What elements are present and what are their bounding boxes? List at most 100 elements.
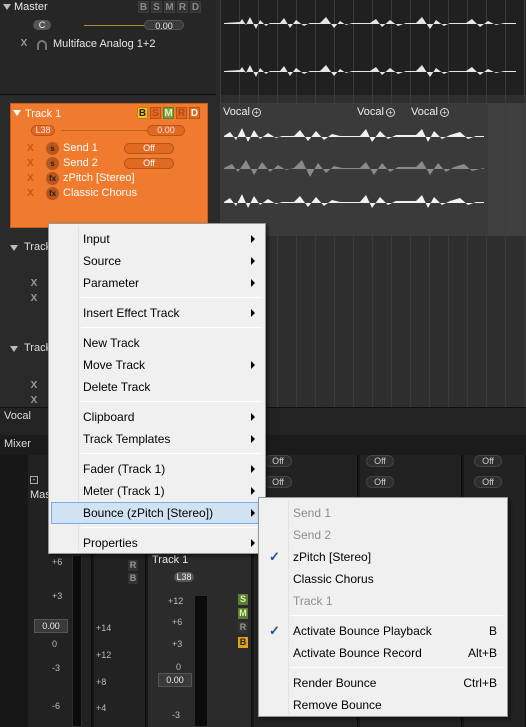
- collapse-triangle-icon[interactable]: [13, 110, 21, 116]
- menu-item-source[interactable]: Source: [51, 250, 263, 272]
- scale-tick: +6: [172, 617, 183, 627]
- master-output-name[interactable]: Multiface Analog 1+2: [53, 38, 155, 50]
- menu-item-delete-track[interactable]: Delete Track: [51, 376, 263, 398]
- solo-button[interactable]: S: [151, 1, 162, 13]
- send-toggle[interactable]: Off: [124, 143, 174, 154]
- send-row[interactable]: X s Send 1 Off: [17, 142, 201, 156]
- track-1-volume-value[interactable]: 0.00: [147, 125, 185, 136]
- clip-title[interactable]: Vocal +: [357, 106, 395, 118]
- bounce-item-classic-chorus[interactable]: Classic Chorus: [261, 568, 505, 590]
- record-button[interactable]: R: [128, 560, 138, 571]
- menu-item-insert-effect-track[interactable]: Insert Effect Track: [51, 302, 263, 324]
- effect-label[interactable]: zPitch [Stereo]: [63, 172, 135, 184]
- clip-title[interactable]: Vocal +: [411, 106, 449, 118]
- solo-button[interactable]: S: [150, 107, 161, 119]
- menu-item-fader[interactable]: Fader (Track 1): [51, 458, 263, 480]
- send-toggle[interactable]: Off: [474, 455, 502, 467]
- master-track-header[interactable]: Master B S M R D C 0.00 X Multiface Anal…: [0, 0, 216, 95]
- menu-item-label: Meter (Track 1): [83, 484, 165, 498]
- mute-button[interactable]: M: [163, 107, 174, 119]
- remove-button[interactable]: X: [28, 278, 40, 290]
- remove-button[interactable]: X: [28, 380, 40, 392]
- send-label[interactable]: Send 1: [63, 142, 98, 154]
- collapse-triangle-icon[interactable]: [10, 245, 18, 251]
- effect-label[interactable]: Classic Chorus: [63, 187, 137, 199]
- record-button[interactable]: R: [238, 622, 248, 633]
- clip-title[interactable]: Vocal +: [223, 106, 261, 118]
- submenu-arrow-icon: [251, 413, 255, 421]
- send-toggle[interactable]: Off: [124, 158, 174, 169]
- record-button[interactable]: R: [177, 1, 188, 13]
- collapse-icon[interactable]: -: [30, 476, 38, 484]
- mute-button[interactable]: M: [238, 608, 248, 619]
- bounce-button[interactable]: B: [137, 107, 148, 119]
- solo-button[interactable]: S: [238, 594, 248, 605]
- track-1-meter: [194, 595, 208, 727]
- master-volume-track: [84, 25, 144, 26]
- menu-item-bounce[interactable]: Bounce (zPitch [Stereo]): [51, 502, 263, 524]
- send-row[interactable]: X s Send 2 Off: [17, 157, 201, 171]
- record-button[interactable]: R: [176, 107, 187, 119]
- master-volume-value[interactable]: 0.00: [144, 20, 184, 31]
- menu-separator: [81, 327, 261, 328]
- menu-item-properties[interactable]: Properties: [51, 532, 263, 554]
- remove-button[interactable]: X: [28, 293, 40, 305]
- scale-tick: +4: [96, 703, 107, 713]
- remove-button[interactable]: X: [27, 158, 34, 169]
- submenu-arrow-icon: [251, 257, 255, 265]
- remove-button[interactable]: X: [27, 143, 34, 154]
- bounce-button[interactable]: B: [138, 1, 149, 13]
- bounce-item-remove[interactable]: Remove Bounce: [261, 694, 505, 716]
- master-pan-knob[interactable]: C: [33, 20, 51, 30]
- submenu-arrow-icon: [251, 361, 255, 369]
- headphone-icon: [37, 40, 47, 50]
- menu-item-clipboard[interactable]: Clipboard: [51, 406, 263, 428]
- menu-item-label: Parameter: [83, 276, 140, 290]
- plus-circle-icon[interactable]: +: [251, 107, 261, 117]
- menu-item-new-track[interactable]: New Track: [51, 332, 263, 354]
- menu-item-parameter[interactable]: Parameter: [51, 272, 263, 294]
- collapse-triangle-icon[interactable]: [3, 4, 11, 10]
- track-1-title: Track 1: [25, 108, 62, 120]
- plus-circle-icon[interactable]: +: [439, 107, 449, 117]
- menu-item-meter[interactable]: Meter (Track 1): [51, 480, 263, 502]
- menu-item-input[interactable]: Input: [51, 228, 263, 250]
- send-toggle[interactable]: Off: [366, 476, 394, 488]
- track-1-header[interactable]: Track 1 B S M R D L38 0.00 X s Send 1 Of…: [10, 103, 208, 228]
- send-toggle[interactable]: Off: [366, 455, 394, 467]
- delete-button[interactable]: D: [189, 107, 200, 119]
- bounce-item-activate-record[interactable]: Activate Bounce Record Alt+B: [261, 642, 505, 664]
- effect-row[interactable]: X fx Classic Chorus: [17, 187, 201, 201]
- track-1-waveform: [224, 128, 484, 208]
- effect-row[interactable]: X fx zPitch [Stereo]: [17, 172, 201, 186]
- bounce-item-render[interactable]: Render Bounce Ctrl+B: [261, 672, 505, 694]
- bounce-item-zpitch[interactable]: ✓ zPitch [Stereo]: [261, 546, 505, 568]
- remove-button[interactable]: X: [28, 395, 40, 407]
- master-output-remove-button[interactable]: X: [18, 38, 30, 50]
- menu-item-label: Insert Effect Track: [83, 306, 180, 320]
- send-label[interactable]: Send 2: [63, 157, 98, 169]
- bounce-button[interactable]: B: [128, 573, 138, 584]
- bounce-submenu: Send 1 Send 2 ✓ zPitch [Stereo] Classic C…: [258, 497, 508, 717]
- remove-button[interactable]: X: [27, 188, 34, 199]
- send-toggle[interactable]: Off: [474, 476, 502, 488]
- track-1-fader-value[interactable]: 0.00: [158, 673, 192, 687]
- track-1-pan-knob[interactable]: L38: [31, 125, 55, 136]
- delete-button[interactable]: D: [190, 1, 201, 13]
- track-1-strip-pan[interactable]: L38: [174, 572, 194, 582]
- master-meter: [72, 555, 82, 727]
- bounce-item-activate-playback[interactable]: ✓ Activate Bounce Playback B: [261, 620, 505, 642]
- bounce-button[interactable]: B: [238, 637, 248, 648]
- scale-tick: +14: [96, 623, 112, 633]
- menu-item-move-track[interactable]: Move Track: [51, 354, 263, 376]
- send-toggle[interactable]: Off: [264, 476, 292, 488]
- master-fader-value[interactable]: 0.00: [34, 619, 68, 633]
- collapse-triangle-icon[interactable]: [10, 346, 18, 352]
- plus-circle-icon[interactable]: +: [385, 107, 395, 117]
- submenu-arrow-icon: [251, 435, 255, 443]
- send-toggle[interactable]: Off: [264, 455, 292, 467]
- mute-button[interactable]: M: [164, 1, 175, 13]
- menu-item-track-templates[interactable]: Track Templates: [51, 428, 263, 450]
- remove-button[interactable]: X: [27, 173, 34, 184]
- scale-tick: -6: [52, 701, 61, 711]
